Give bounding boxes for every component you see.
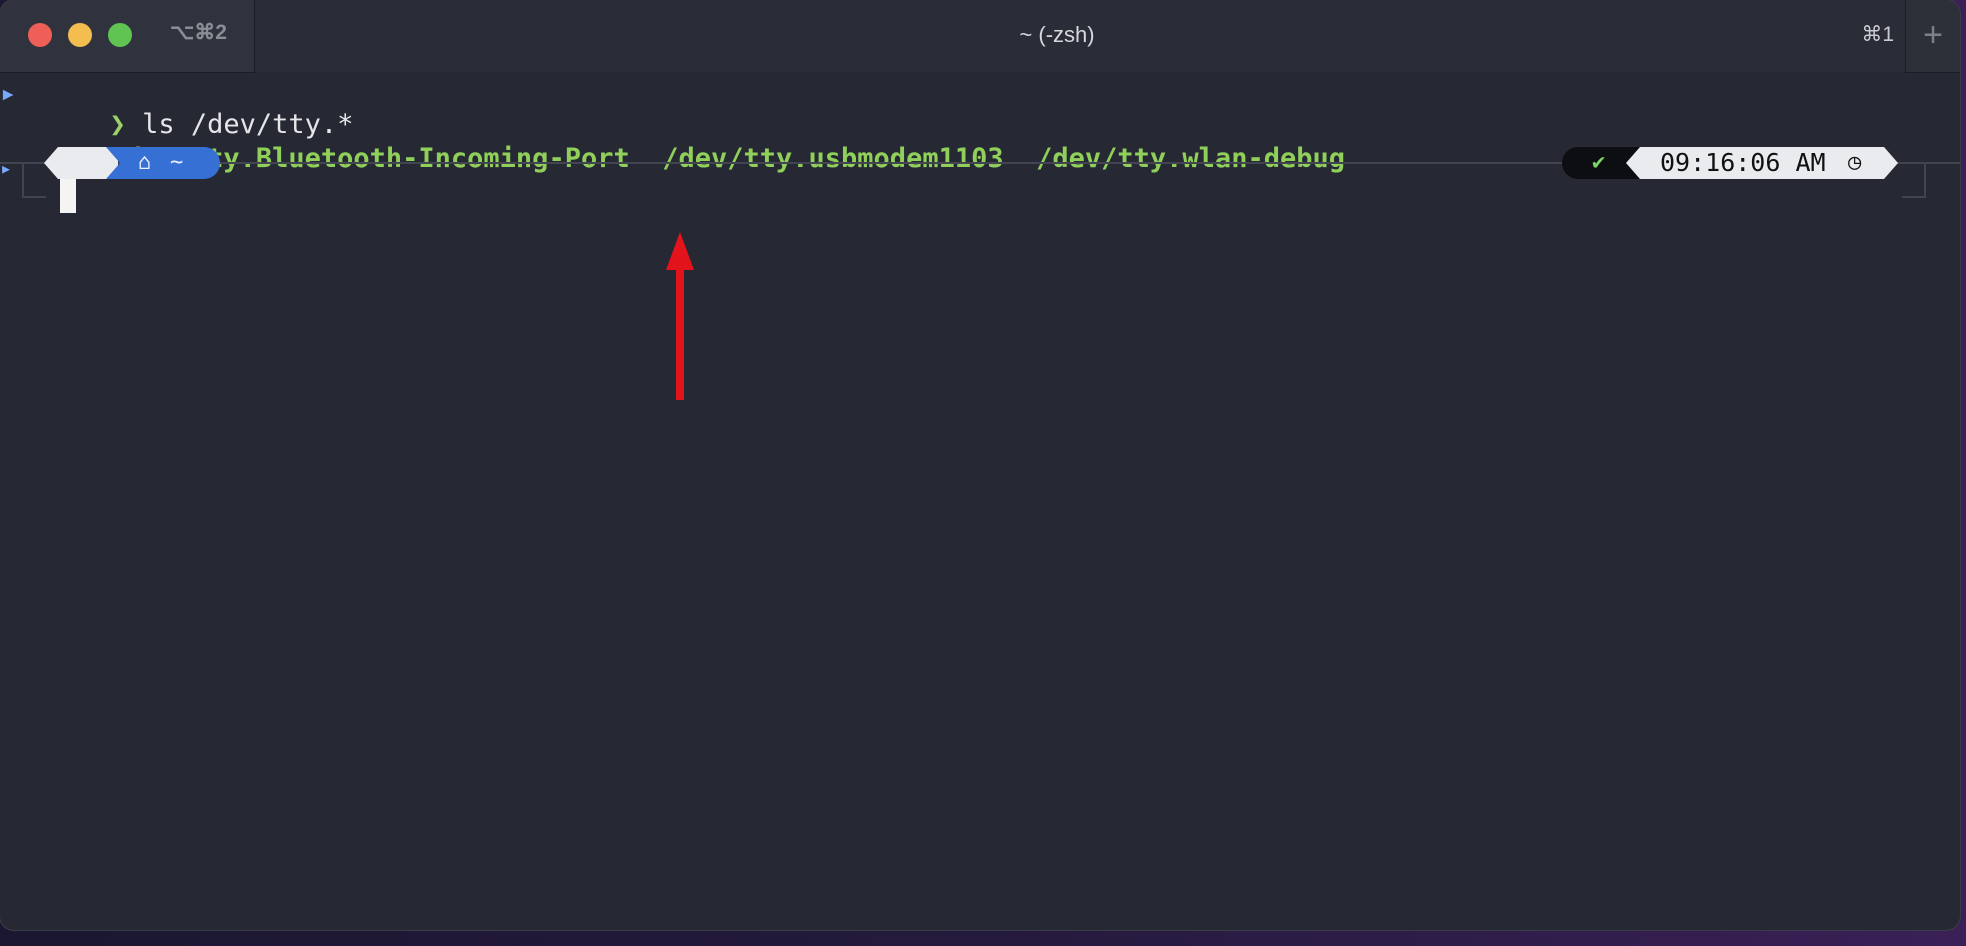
tab-1-shortcut[interactable]: ⌘1 [1861,22,1894,47]
terminal-content[interactable]: ▸ ❯ ls /dev/tty.* /dev/tty.Bluetooth-Inco… [0,72,1960,930]
active-tab[interactable]: ⌥⌘2 [0,0,255,73]
red-annotation-arrow-icon [666,232,694,400]
minimize-window-button[interactable] [68,23,92,47]
zoom-window-button[interactable] [108,23,132,47]
prompt-frame-left [22,162,46,198]
path-segment: ⌂ ~ [106,147,220,179]
prompt-edge-icon: ▸ [0,156,13,180]
new-tab-button[interactable]: + [1905,0,1960,73]
close-window-button[interactable] [28,23,52,47]
window-title: ~ (-zsh) [1019,22,1095,47]
success-check-icon: ✔ [1592,150,1606,175]
current-path: ~ [170,150,184,175]
os-segment [44,147,118,179]
prompt-time: 09:16:06 AM [1660,148,1826,177]
terminal-window: ⌥⌘2 ~ (-zsh) ⌘1 + ▸ ❯ ls /dev/tty.* /dev/… [0,0,1960,930]
output-item: /dev/tty.wlan-debug [1036,143,1345,174]
tab-shortcut-label: ⌥⌘2 [170,21,227,44]
clock-icon: ◷ [1848,150,1862,175]
output-item: /dev/tty.usbmodem1103 [662,143,1004,174]
time-segment: 09:16:06 AM ◷ [1626,147,1898,179]
titlebar: ⌥⌘2 ~ (-zsh) ⌘1 + [0,0,1960,73]
home-icon: ⌂ [138,150,152,175]
prompt-frame-right [1902,162,1926,198]
prompt-edge-icon: ▸ [0,78,17,109]
text-cursor [60,179,76,213]
